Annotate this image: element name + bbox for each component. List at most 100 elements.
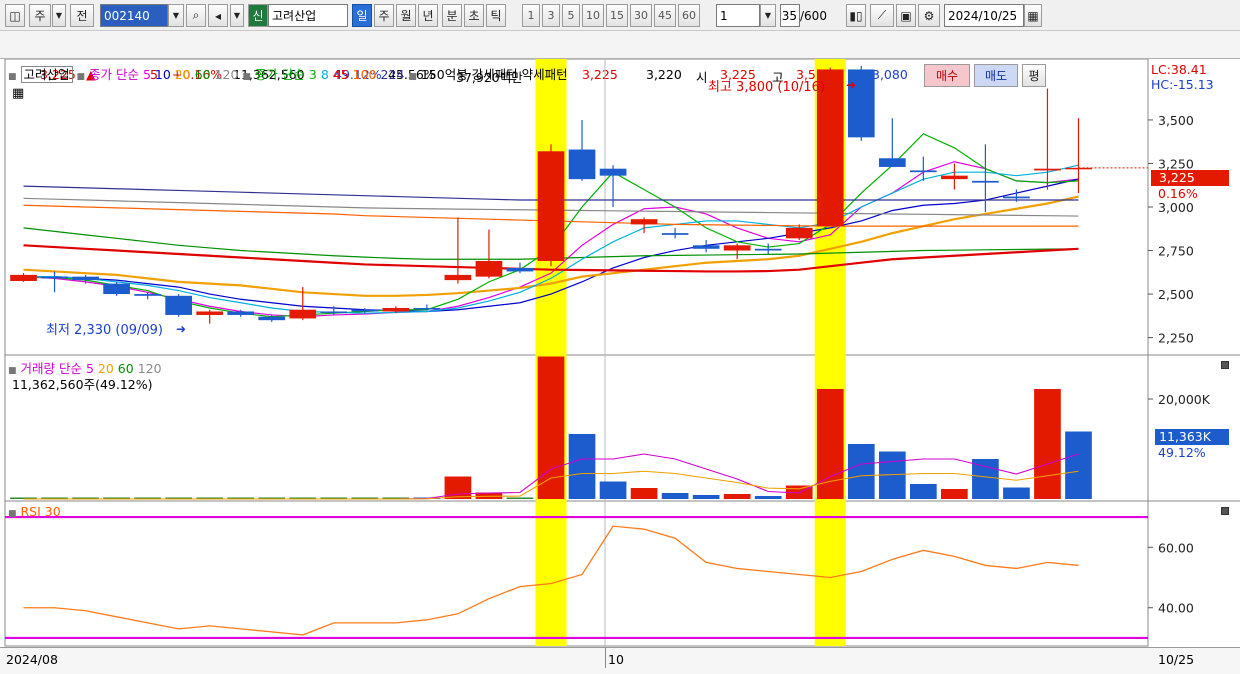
code-dropdown-icon[interactable]: ▼ — [168, 4, 184, 27]
count-max: /600 — [800, 9, 827, 23]
date-input[interactable]: 2024/10/25 — [944, 4, 1024, 27]
minute-1[interactable]: 1 — [522, 4, 540, 27]
table-icon[interactable]: ▦ — [12, 86, 24, 101]
minute-10[interactable]: 10 — [582, 4, 604, 27]
legend-ma1-label[interactable]: 종가 단순 — [89, 67, 139, 82]
candle-body — [320, 311, 348, 313]
candle-body — [258, 316, 286, 321]
volume-bar — [1034, 389, 1061, 499]
candle-body — [630, 219, 658, 225]
calendar-icon[interactable]: ▦ — [1024, 4, 1042, 27]
sort-button[interactable]: 전 — [70, 4, 94, 27]
minute-45[interactable]: 45 — [654, 4, 676, 27]
high-arrow-icon: ➜ — [846, 78, 856, 92]
period-2[interactable]: 월 — [396, 4, 416, 27]
rsi-legend[interactable]: ■ RSI 30 — [8, 504, 61, 519]
legend-ma2-3: 3 — [308, 67, 317, 82]
save-icon[interactable]: ▣ — [896, 4, 916, 27]
candle-body — [10, 274, 37, 281]
candle-body — [506, 267, 534, 272]
period-4[interactable]: 분 — [442, 4, 462, 27]
volume-current-pct: 49.12% — [1158, 445, 1206, 460]
volume-bar — [661, 493, 689, 499]
window-icon[interactable]: ◫ — [5, 4, 25, 27]
minute-60[interactable]: 60 — [678, 4, 700, 27]
x-axis-bar[interactable]: 2024/08 10 10/25 — [0, 647, 1240, 674]
gear-icon[interactable]: ⚙ — [918, 4, 940, 27]
minute-5[interactable]: 5 — [562, 4, 580, 27]
volume-panel-close-icon[interactable] — [1221, 361, 1229, 369]
candle-body — [785, 227, 813, 239]
candle-body — [754, 248, 782, 251]
low-arrow-icon: ➜ — [176, 322, 186, 336]
minute-30[interactable]: 30 — [630, 4, 652, 27]
x-axis-right: 10/25 — [1158, 652, 1195, 667]
rsi-panel-close-icon[interactable] — [1221, 507, 1229, 515]
volume-bar — [568, 434, 596, 499]
candle-body — [413, 307, 441, 310]
interval-input[interactable]: 1 — [716, 4, 760, 27]
period-0[interactable]: 일 — [352, 4, 372, 27]
interval-dropdown-icon[interactable]: ▼ — [760, 4, 776, 27]
period-5[interactable]: 초 — [464, 4, 484, 27]
volume-bar — [630, 488, 658, 499]
period-1[interactable]: 주 — [374, 4, 394, 27]
hc-value: HC:-15.13 — [1151, 77, 1214, 92]
candle-body — [227, 311, 255, 315]
y-tick-label: 3,500 — [1158, 113, 1194, 128]
volume-bar — [599, 481, 627, 499]
volume-bar — [723, 494, 751, 499]
rsi-tick-label: 60.00 — [1158, 540, 1194, 555]
period-6[interactable]: 틱 — [486, 4, 506, 27]
volume-bar — [754, 496, 782, 499]
market-select[interactable]: 주 — [29, 4, 51, 27]
market-dropdown-icon[interactable]: ▼ — [52, 4, 66, 27]
candle-body — [444, 274, 472, 281]
draw-tool-icon[interactable]: ⟋ — [870, 4, 894, 27]
search-icon[interactable]: ⌕ — [186, 4, 206, 27]
legend-ma2-8: 8 — [320, 67, 329, 82]
current-pct-tag: 0.16% — [1158, 186, 1198, 201]
count-input[interactable]: 35 — [780, 4, 800, 27]
candle-body — [941, 175, 968, 180]
legend-ma1-10: 10 — [154, 67, 171, 82]
chart-area[interactable]: 3,500 3,250 3,000 2,750 2,500 2,250 20,000K 60.… — [0, 58, 1240, 647]
volume-bar — [941, 489, 968, 499]
speaker-icon[interactable]: ◂ — [208, 4, 228, 27]
new-badge: 신 — [248, 4, 268, 27]
current-price-tag: 3,225 — [1151, 170, 1229, 186]
legend-pattern[interactable]: 150억봉 강세패턴 약세패턴 — [421, 67, 568, 82]
candle-body — [537, 151, 565, 261]
rsi-tick-label: 40.00 — [1158, 601, 1194, 616]
volume-bar — [692, 495, 720, 499]
x-axis-left: 2024/08 — [6, 652, 58, 667]
toolbar: ◫ 주 ▼ 전 002140 ▼ ⌕ ◂ ▼ 신 고려산업 일주월년분초틱135… — [0, 0, 1240, 31]
candle-body — [103, 283, 130, 295]
volume-bar — [1003, 487, 1030, 499]
stock-name-field[interactable]: 고려산업 — [268, 4, 348, 27]
volume-bar — [506, 497, 534, 499]
legend-ma2-label[interactable]: 종가 단순 — [255, 67, 305, 82]
legend-ma1-5: 5 — [142, 67, 151, 82]
y-tick-label: 2,750 — [1158, 244, 1194, 259]
code-input[interactable]: 002140 — [100, 4, 168, 27]
candle-body — [41, 276, 68, 279]
volume-tick-label: 20,000K — [1158, 392, 1211, 407]
price-legend: ■ 고려산업 ■ 종가 단순 5 10 20 60 120 ■ 종가 단순 3 … — [8, 66, 568, 83]
legend-ma2-224: 224 — [380, 67, 405, 82]
period-3[interactable]: 년 — [418, 4, 438, 27]
minute-3[interactable]: 3 — [542, 4, 560, 27]
legend-ma2-100: 100 — [352, 67, 377, 82]
legend-ma1-120: 120 — [214, 67, 239, 82]
candle-type-icon[interactable]: ▮▯ — [846, 4, 866, 27]
y-tick-label: 2,250 — [1158, 331, 1194, 346]
speaker-dropdown-icon[interactable]: ▼ — [230, 4, 244, 27]
price-chart-svg[interactable]: 3,5003,2503,0002,7502,5002,25020,000K60.… — [0, 58, 1240, 647]
candle-body — [351, 309, 379, 312]
legend-stock-name[interactable]: 고려산업 — [20, 66, 73, 83]
candle-body — [878, 158, 906, 167]
y-tick-label: 2,500 — [1158, 287, 1194, 302]
minute-15[interactable]: 15 — [606, 4, 628, 27]
candle-body — [599, 168, 627, 176]
volume-current-tag: 11,363K — [1155, 429, 1229, 445]
